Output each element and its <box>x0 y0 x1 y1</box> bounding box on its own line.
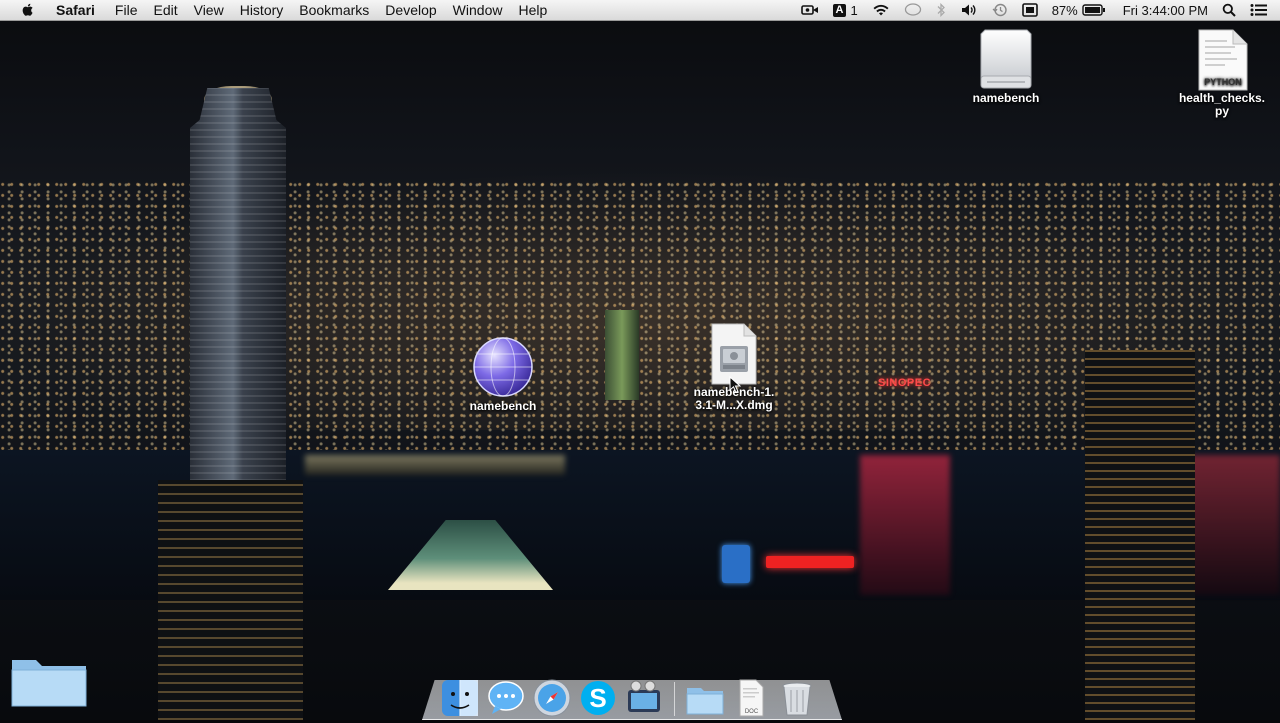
input-source-menu[interactable]: A 1 <box>832 2 858 18</box>
menu-view[interactable]: View <box>186 2 232 18</box>
wifi-icon[interactable] <box>872 3 890 17</box>
svg-text:S: S <box>589 683 606 713</box>
python-badge: PYTHON <box>1204 77 1242 87</box>
battery-icon <box>1082 4 1106 16</box>
wallpaper-right-tower <box>1085 350 1195 720</box>
wallpaper-reflection-red <box>860 455 950 595</box>
wallpaper-green-tower <box>605 310 639 400</box>
camera-recorder-icon[interactable] <box>800 4 819 16</box>
desktop-icon-label: namebench <box>972 91 1040 105</box>
input-source-icon: A <box>832 3 847 17</box>
globe-icon <box>473 337 533 397</box>
messages-status-icon[interactable] <box>904 3 922 17</box>
desktop-wallpaper: SINOPEC <box>0 0 1280 720</box>
menu-bookmarks[interactable]: Bookmarks <box>291 2 377 18</box>
wallpaper-bank-sign <box>722 545 750 583</box>
wallpaper-hsbc-sign <box>766 556 854 568</box>
notification-center-icon[interactable] <box>1250 3 1268 17</box>
wallpaper-reflection-shore <box>305 455 565 475</box>
menu-edit[interactable]: Edit <box>145 2 185 18</box>
input-source-count: 1 <box>850 2 858 18</box>
menu-extras: A 1 87% Fri 3:44:00 PM <box>794 0 1280 20</box>
dock-separator <box>674 682 675 716</box>
dock-safari-icon[interactable] <box>532 678 572 718</box>
menu-file[interactable]: File <box>107 2 146 18</box>
volume-icon[interactable] <box>960 3 978 17</box>
dock-folder-icon[interactable] <box>685 678 725 718</box>
dock-imovie-icon[interactable] <box>624 678 664 718</box>
keyboard-viewer-icon[interactable] <box>1021 3 1038 17</box>
apple-menu-icon[interactable] <box>20 2 36 18</box>
desktop-icon-label: namebench <box>469 399 537 413</box>
spotlight-search-icon[interactable] <box>1222 3 1236 17</box>
menu-app-name[interactable]: Safari <box>50 2 103 18</box>
desktop-icon-health-checks-py[interactable]: PYTHON health_checks. py <box>1174 28 1270 118</box>
wallpaper-left-tower <box>158 480 303 720</box>
clock[interactable]: Fri 3:44:00 PM <box>1123 3 1208 18</box>
doc-badge: DOC <box>745 709 759 715</box>
battery-status[interactable]: 87% <box>1052 3 1106 18</box>
mouse-pointer-icon <box>729 376 741 393</box>
dock: S DOC <box>440 668 840 718</box>
wallpaper-sinopec-sign: SINOPEC <box>878 377 932 389</box>
menu-window[interactable]: Window <box>445 2 511 18</box>
desktop-icon-label-line2: 3.1-M...X.dmg <box>695 398 773 412</box>
dock-finder-icon[interactable] <box>440 678 480 718</box>
desktop-folder-icon[interactable] <box>10 650 88 710</box>
bluetooth-icon[interactable] <box>936 3 946 17</box>
time-machine-icon[interactable] <box>992 3 1008 17</box>
desktop-icon-namebench-app[interactable]: namebench <box>458 334 548 413</box>
dock-document-icon[interactable]: DOC <box>731 678 771 718</box>
python-file-icon: PYTHON <box>1198 29 1248 91</box>
menu-help[interactable]: Help <box>510 2 555 18</box>
desktop-icon-namebench-drive[interactable]: namebench <box>960 28 1052 105</box>
desktop-icon-label-line2: py <box>1214 104 1229 118</box>
dock-messages-icon[interactable] <box>486 678 526 718</box>
menu-bar: Safari File Edit View History Bookmarks … <box>0 0 1280 21</box>
dock-trash-icon[interactable] <box>777 678 817 718</box>
menu-history[interactable]: History <box>232 2 292 18</box>
dock-skype-icon[interactable]: S <box>578 678 618 718</box>
battery-percent: 87% <box>1051 2 1078 18</box>
external-drive-icon <box>980 29 1032 89</box>
menu-develop[interactable]: Develop <box>377 2 444 18</box>
wallpaper-ifc-tower <box>190 88 286 488</box>
desktop-icon-namebench-dmg[interactable]: namebench-1. 3.1-M...X.dmg <box>686 322 782 412</box>
